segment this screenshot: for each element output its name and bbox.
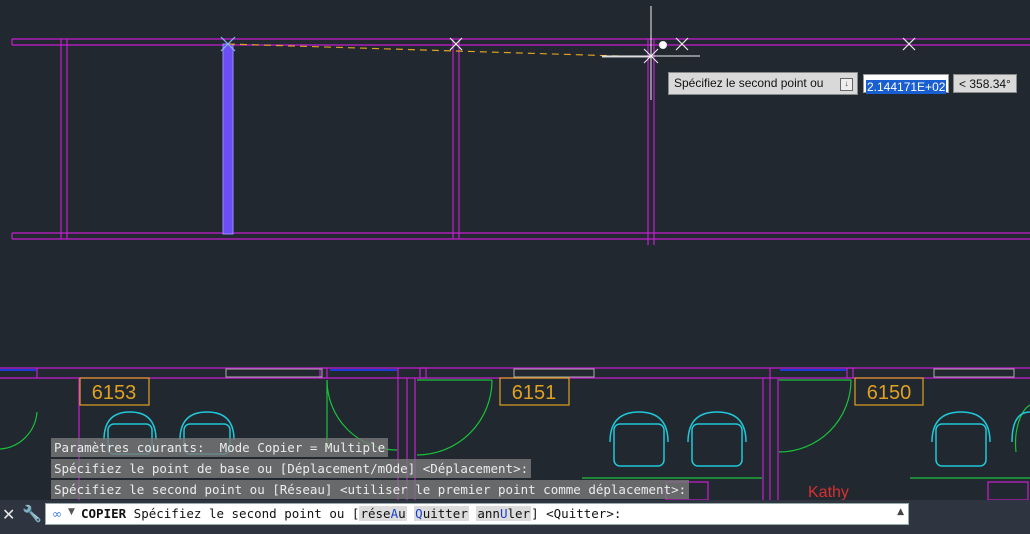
selected-column[interactable]: [222, 43, 234, 235]
distance-value[interactable]: 2.144171E+02: [866, 80, 947, 94]
history-line-3: Spécifiez le second point ou [Réseau] <u…: [51, 480, 690, 499]
command-prompt: COPIER Spécifiez le second point ou [rés…: [81, 506, 621, 521]
room-tag-6151: 6151: [512, 382, 557, 404]
option-quitter[interactable]: Quitter: [414, 506, 469, 521]
history-line-1: Paramètres courants: Mode Copier = Multi…: [51, 438, 389, 457]
rubber-band-line: [227, 43, 652, 58]
chevron-down-icon[interactable]: ▼: [68, 507, 75, 517]
command-suffix: ] <Quitter>:: [531, 506, 622, 521]
dropdown-arrow-icon[interactable]: ↓: [840, 78, 853, 91]
option-annuler[interactable]: annUler: [476, 506, 532, 521]
dynamic-input-prompt: Spécifiez le second point ou ↓: [668, 72, 858, 95]
room-tag-6153: 6153: [92, 382, 137, 404]
command-bar: ✕ 🔧 ∞ ▼ COPIER Spécifiez le second point…: [0, 500, 1030, 534]
room-tags: [79, 377, 924, 406]
history-up-icon[interactable]: ▲: [897, 507, 904, 517]
dynamic-input-prompt-text: Spécifiez le second point ou: [674, 76, 824, 90]
occupant-label: Kathy: [808, 484, 849, 501]
close-icon[interactable]: ✕: [2, 506, 15, 524]
command-line-input[interactable]: ∞ ▼ COPIER Spécifiez le second point ou …: [45, 503, 909, 525]
beam-walls: [11, 38, 1030, 245]
distance-input[interactable]: 2.144171E+02: [863, 74, 949, 94]
option-reseau[interactable]: réseAu: [359, 506, 407, 521]
command-prompt-text: Spécifiez le second point ou [: [126, 506, 360, 521]
wrench-icon[interactable]: 🔧: [22, 505, 42, 523]
history-line-2: Spécifiez le point de base ou [Déplaceme…: [51, 459, 532, 478]
command-icon[interactable]: ∞: [52, 507, 62, 521]
room-tag-6150: 6150: [867, 382, 912, 404]
angle-field[interactable]: < 358.34°: [953, 74, 1017, 93]
command-name: COPIER: [81, 506, 127, 521]
